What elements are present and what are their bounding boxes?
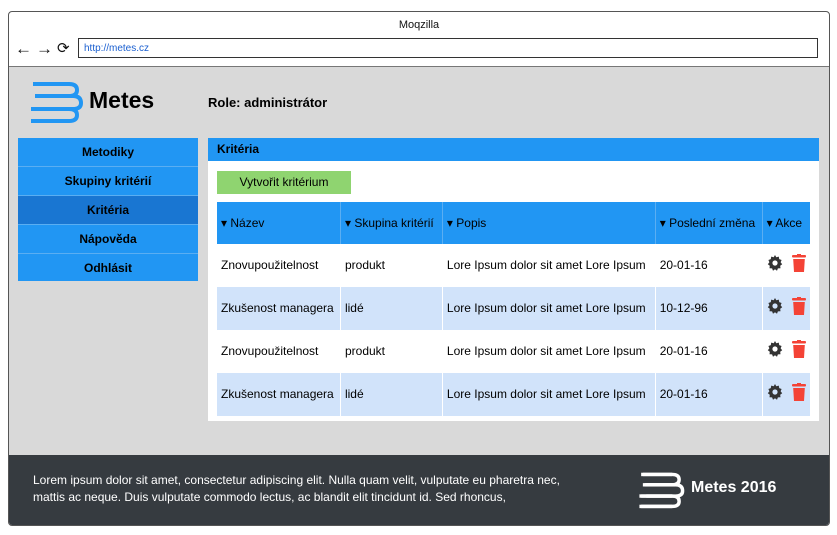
cell-description: Lore Ipsum dolor sit amet Lore Ipsum [442,287,656,330]
browser-window: Moqzilla ← → ⟳ http://metes.cz Metes Rol… [8,11,830,526]
trash-icon[interactable] [792,383,806,406]
footer-text: Lorem ipsum dolor sit amet, consectetur … [33,473,560,504]
gear-icon[interactable] [767,341,783,362]
sidebar-item-metodiky[interactable]: Metodiky [18,138,198,167]
cell-group: lidé [340,287,443,330]
books-icon [29,80,83,129]
trash-icon[interactable] [792,297,806,320]
sort-arrow-icon: ▾ [221,216,228,230]
cell-actions [762,373,810,416]
sort-arrow-icon: ▾ [766,216,773,230]
table-row: Znovupoužitelnost produkt Lore Ipsum dol… [217,244,810,287]
cell-description: Lore Ipsum dolor sit amet Lore Ipsum [442,373,656,416]
gear-icon[interactable] [767,255,783,276]
create-criterion-button[interactable]: Vytvořit kritérium [217,171,351,194]
column-header-last-change[interactable]: ▾ Poslední změna [655,202,763,244]
page-content: Metes Role: administrátor Metodiky Skupi… [9,67,829,525]
cell-name: Zkušenost managera [217,287,341,330]
sidebar-nav: Metodiky Skupiny kritérií Kritéria Nápov… [18,138,198,281]
address-bar[interactable]: http://metes.cz [78,38,818,58]
table-header-row: ▾ Název ▾ Skupina kritérií ▾ Popis ▾ Pos… [217,202,810,244]
sort-arrow-icon: ▾ [344,216,351,230]
cell-last-change: 10-12-96 [655,287,763,330]
cell-group: produkt [340,330,443,373]
page-footer: Lorem ipsum dolor sit amet, consectetur … [9,455,829,525]
browser-navbar: ← → ⟳ http://metes.cz [9,38,829,67]
table-row: Znovupoužitelnost produkt Lore Ipsum dol… [217,330,810,373]
cell-actions [762,330,810,373]
brand-name: Metes [89,87,155,113]
column-header-actions[interactable]: ▾ Akce [762,202,810,244]
column-header-description[interactable]: ▾ Popis [442,202,656,244]
cell-name: Znovupoužitelnost [217,330,341,373]
column-header-name[interactable]: ▾ Název [217,202,341,244]
cell-last-change: 20-01-16 [655,330,763,373]
back-icon[interactable]: ← [15,39,32,59]
sort-arrow-icon: ▾ [446,216,453,230]
column-header-group[interactable]: ▾ Skupina kritérií [340,202,443,244]
criteria-table: ▾ Název ▾ Skupina kritérií ▾ Popis ▾ Pos… [217,202,810,416]
sidebar-item-kriteria[interactable]: Kritéria [18,196,198,225]
sidebar-item-skupiny-kriterii[interactable]: Skupiny kritérií [18,167,198,196]
cell-name: Zkušenost managera [217,373,341,416]
sidebar-item-odhlasit[interactable]: Odhlásit [18,254,198,282]
trash-icon[interactable] [792,340,806,363]
table-row: Zkušenost managera lidé Lore Ipsum dolor… [217,373,810,416]
panel-title: Kritéria [208,138,819,161]
cell-last-change: 20-01-16 [655,373,763,416]
cell-actions [762,244,810,287]
gear-icon[interactable] [767,298,783,319]
cell-group: lidé [340,373,443,416]
criteria-panel: Kritéria Vytvořit kritérium ▾ Název ▾ Sk… [208,138,819,421]
footer-brand: Metes 2016 [691,479,777,496]
cell-description: Lore Ipsum dolor sit amet Lore Ipsum [442,244,656,287]
sidebar-item-napoveda[interactable]: Nápověda [18,225,198,254]
table-row: Zkušenost managera lidé Lore Ipsum dolor… [217,287,810,330]
sort-arrow-icon: ▾ [659,216,666,230]
cell-actions [762,287,810,330]
cell-last-change: 20-01-16 [655,244,763,287]
reload-icon[interactable]: ⟳ [57,39,70,59]
cell-group: produkt [340,244,443,287]
forward-icon[interactable]: → [36,39,53,59]
cell-description: Lore Ipsum dolor sit amet Lore Ipsum [442,330,656,373]
window-title: Moqzilla [398,19,440,31]
user-role: Role: administrátor [208,95,328,110]
trash-icon[interactable] [792,254,806,277]
books-icon [637,471,685,514]
cell-name: Znovupoužitelnost [217,244,341,287]
gear-icon[interactable] [767,384,783,405]
